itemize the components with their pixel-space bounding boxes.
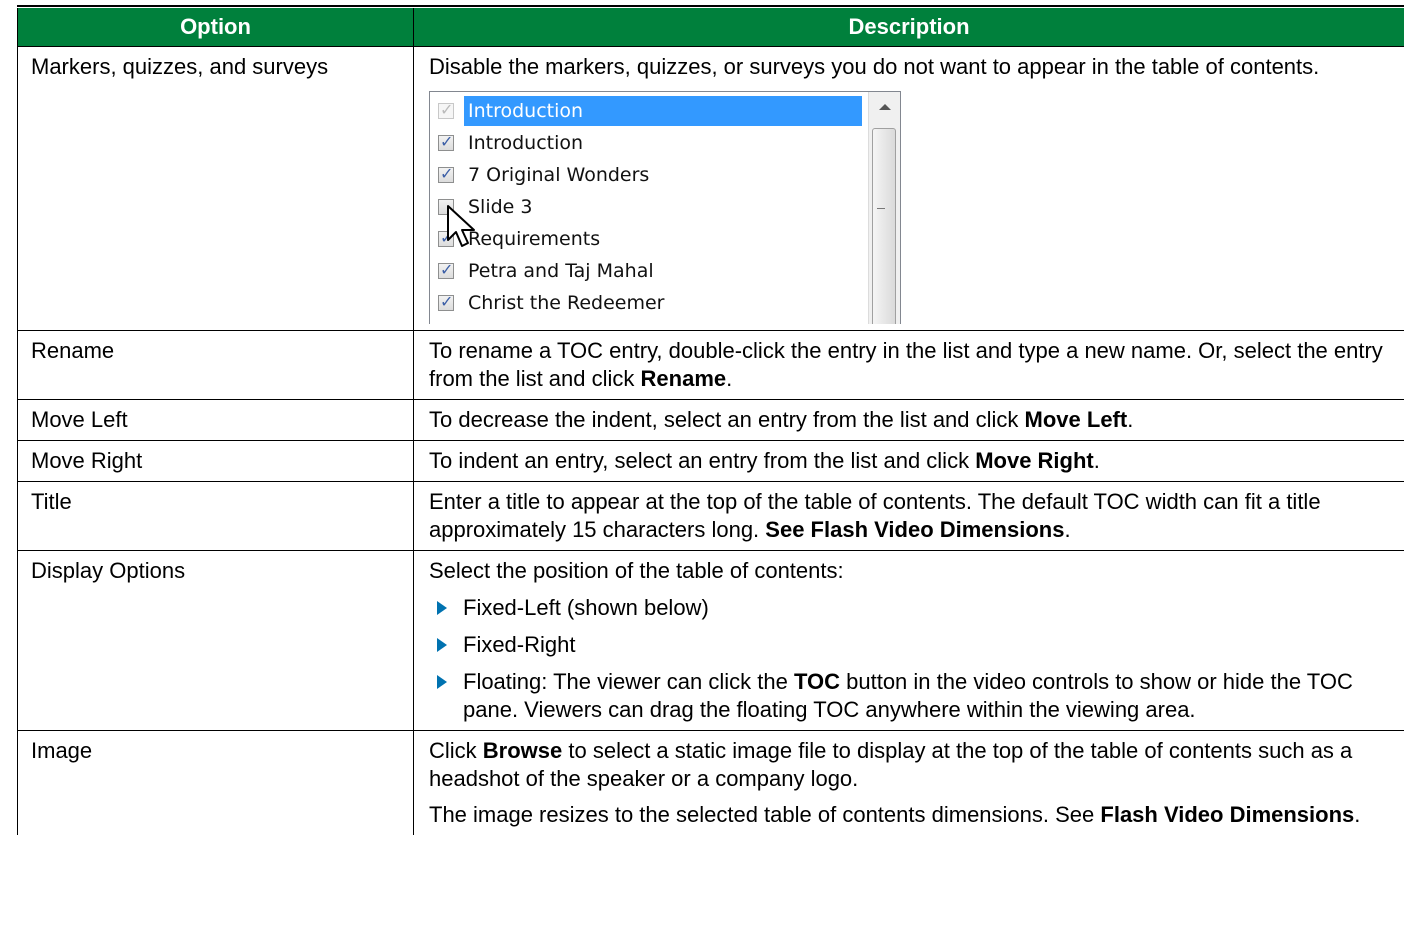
- description-cell: Click Browse to select a static image fi…: [413, 730, 1404, 835]
- text-run: Click: [429, 738, 483, 763]
- option-cell: Move Left: [17, 399, 414, 441]
- list-item[interactable]: ✓ Christ the Redeemer: [430, 288, 862, 318]
- header-option: Option: [17, 8, 414, 47]
- table-row: Display Options Select the position of t…: [17, 550, 1404, 731]
- description-cell: To rename a TOC entry, double-click the …: [413, 330, 1404, 400]
- bullet-text: Fixed-Right: [463, 632, 576, 657]
- description-text: .: [1127, 407, 1134, 432]
- description-cell: Enter a title to appear at the top of th…: [413, 481, 1404, 551]
- scrollbar-grip: [877, 208, 885, 210]
- description-text: .: [1064, 517, 1071, 542]
- list-item: Floating: The viewer can click the TOC b…: [429, 668, 1394, 724]
- table-row: Title Enter a title to appear at the top…: [17, 481, 1404, 551]
- list-item[interactable]: ✓ Petra and Taj Mahal: [430, 256, 862, 286]
- table-header-row: Option Description: [17, 8, 1404, 47]
- toc-entries-list[interactable]: ✓ Introduction ✓ Introduction ✓ 7 Origin…: [429, 91, 901, 324]
- description-text: Select the position of the table of cont…: [429, 558, 844, 583]
- option-cell: Rename: [17, 330, 414, 400]
- option-cell: Image: [17, 730, 414, 835]
- description-text: To decrease the indent, select an entry …: [429, 407, 1025, 432]
- list-item: Fixed-Right: [429, 631, 1394, 659]
- description-text: .: [1093, 448, 1100, 473]
- description-bold: Move Right: [975, 448, 1094, 473]
- checkbox-icon[interactable]: ✓: [438, 132, 454, 151]
- list-item[interactable]: ✓ Requirements: [430, 224, 862, 254]
- table-row: Move Right To indent an entry, select an…: [17, 440, 1404, 482]
- checkbox-icon[interactable]: ✓: [438, 292, 454, 311]
- description-text: To rename a TOC entry, double-click the …: [429, 338, 1383, 391]
- triangle-bullet-icon: [437, 638, 447, 652]
- checkbox-icon[interactable]: ✓: [438, 100, 454, 119]
- text-bold: Browse: [482, 738, 563, 763]
- description-bold: Move Left: [1024, 407, 1128, 432]
- mouse-pointer-icon: [447, 205, 475, 247]
- description-cell: Disable the markers, quizzes, or surveys…: [413, 46, 1404, 331]
- description-text: Click Browse to select a static image fi…: [429, 737, 1394, 793]
- triangle-bullet-icon: [437, 601, 447, 615]
- text-bold: Flash Video Dimensions: [1100, 802, 1355, 827]
- top-rule: [17, 5, 1404, 7]
- table-row: Rename To rename a TOC entry, double-cli…: [17, 330, 1404, 400]
- description-cell: To decrease the indent, select an entry …: [413, 399, 1404, 441]
- option-cell: Move Right: [17, 440, 414, 482]
- list-item: Fixed-Left (shown below): [429, 594, 1394, 622]
- description-text: .: [726, 366, 733, 391]
- list-item-label: Requirements: [468, 228, 601, 250]
- options-table: Option Description Markers, quizzes, and…: [17, 8, 1404, 835]
- description-bold: See Flash Video Dimensions: [765, 517, 1065, 542]
- triangle-bullet-icon: [437, 675, 447, 689]
- text-run: to select a static image file to display…: [429, 738, 1353, 791]
- bullet-text: Floating: The viewer can click the: [463, 669, 794, 694]
- description-bold: Rename: [640, 366, 727, 391]
- text-run: The image resizes to the selected table …: [429, 802, 1101, 827]
- table-row: Markers, quizzes, and surveys Disable th…: [17, 46, 1404, 331]
- description-text: To indent an entry, select an entry from…: [429, 448, 976, 473]
- checkbox-icon[interactable]: ✓: [438, 260, 454, 279]
- list-item-label: 7 Original Wonders: [468, 164, 650, 186]
- list-item[interactable]: ✓ Introduction: [430, 128, 862, 158]
- list-item-label: Introduction: [464, 96, 862, 126]
- scroll-up-arrow-icon[interactable]: [879, 104, 891, 110]
- scrollbar-thumb[interactable]: [872, 128, 896, 324]
- list-item-label: Introduction: [468, 132, 584, 154]
- option-cell: Display Options: [17, 550, 414, 731]
- list-scrollbar[interactable]: [868, 92, 900, 324]
- option-cell: Markers, quizzes, and surveys: [17, 46, 414, 331]
- list-item-label: Petra and Taj Mahal: [468, 260, 654, 282]
- description-cell: Select the position of the table of cont…: [413, 550, 1404, 731]
- bullet-text: Fixed-Left (shown below): [463, 595, 709, 620]
- description-cell: To indent an entry, select an entry from…: [413, 440, 1404, 482]
- description-text: The image resizes to the selected table …: [429, 801, 1394, 829]
- table-row: Move Left To decrease the indent, select…: [17, 399, 1404, 441]
- list-item[interactable]: ✓ Introduction: [430, 96, 862, 126]
- checkbox-icon[interactable]: ✓: [438, 164, 454, 183]
- header-description: Description: [413, 8, 1404, 47]
- position-list: Fixed-Left (shown below) Fixed-Right Flo…: [429, 594, 1394, 724]
- list-item[interactable]: ✓ 7 Original Wonders: [430, 160, 862, 190]
- list-item-label: Christ the Redeemer: [468, 292, 665, 314]
- table-row: Image Click Browse to select a static im…: [17, 730, 1404, 835]
- option-cell: Title: [17, 481, 414, 551]
- bullet-bold: TOC: [793, 669, 841, 694]
- text-run: .: [1354, 802, 1361, 827]
- description-text: Disable the markers, quizzes, or surveys…: [429, 54, 1320, 79]
- list-item[interactable]: Slide 3: [430, 192, 862, 222]
